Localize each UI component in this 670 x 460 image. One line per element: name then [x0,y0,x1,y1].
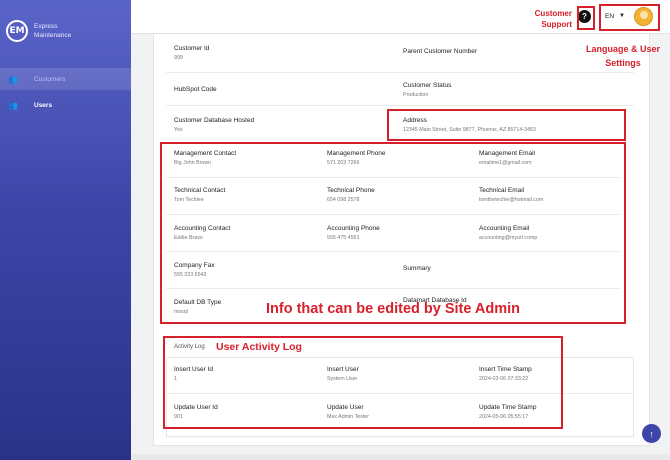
people-icon: 👥 [8,74,18,84]
sidebar-item-customers[interactable]: 👥 Customers [0,68,131,90]
customer-db-hosted-field: Customer Database Hosted Yes [174,117,255,133]
brand[interactable]: EM Express Maintenance [6,20,71,42]
arrow-up-icon: ↑ [649,428,654,439]
divider [166,105,634,106]
annotation-activity: User Activity Log [216,341,302,353]
parent-customer-number-field: Parent Customer Number [403,48,478,55]
divider [166,72,634,73]
brand-line1: Express [34,23,58,30]
annotation-box-language [599,4,660,31]
annotation-box-address [387,109,626,141]
brand-line2: Maintenance [34,32,72,39]
annotation-site-admin: Info that can be edited by Site Admin [266,301,521,317]
scroll-top-button[interactable]: ↑ [642,424,661,443]
footer-bar [131,454,670,460]
hubspot-code-field: HubSpot Code [174,86,217,93]
sidebar-item-label: Customers [34,75,66,83]
sidebar: EM Express Maintenance 👥 Customers 👥 Use… [0,0,131,460]
logo-icon: EM [6,20,28,42]
annotation-box-site-admin [160,142,626,324]
sidebar-item-users[interactable]: 👥 Users [0,94,131,116]
annotation-support: Customer Support [534,9,572,29]
customer-status-field: Customer Status Production [403,82,452,98]
group-icon: 👥 [8,100,18,110]
sidebar-item-label: Users [34,101,53,109]
annotation-box-support [577,6,595,30]
customer-id-field: Customer Id 999 [174,45,210,61]
annotation-language: Language & User Settings [585,44,661,68]
